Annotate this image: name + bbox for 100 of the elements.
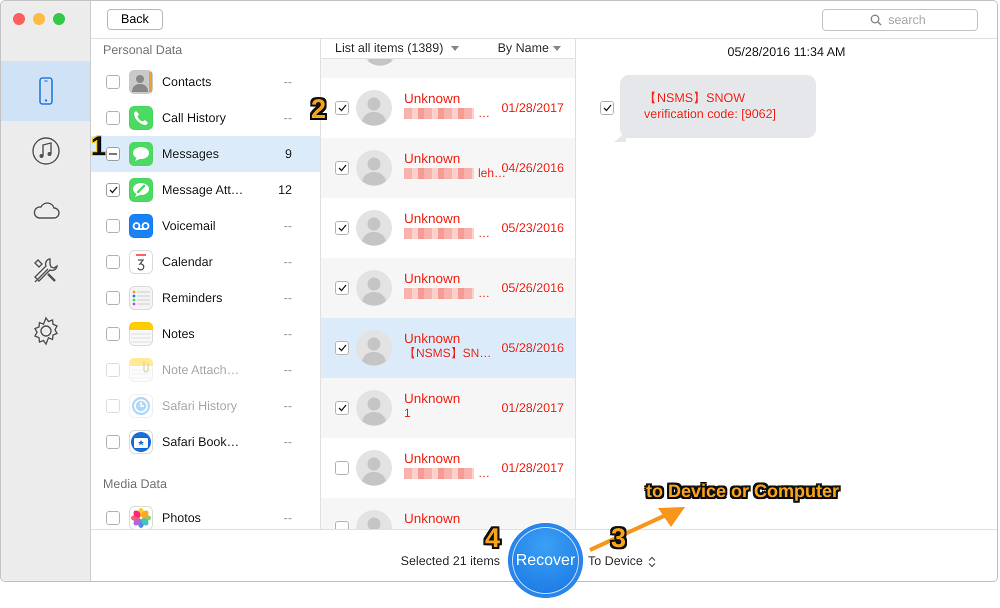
filter-dropdown[interactable]: List all items (1389) [335,39,460,58]
message-preview: … [478,106,490,121]
category-label: Safari History [162,398,238,415]
item-count: -- [284,254,292,271]
message-preview: 1 [404,406,411,421]
checkbox[interactable] [335,281,349,295]
category-item[interactable]: Calendar -- [91,244,308,280]
message-date: 05/23/2016 [501,220,564,237]
contact-name: Unknown [404,391,462,406]
sort-dropdown[interactable]: By Name [498,39,561,58]
clock-icon [129,394,153,418]
message-row[interactable]: Unknown … 05/26/2016 [321,258,575,318]
checkmark-icon [602,104,612,112]
timestamp: 05/28/2016 11:34 AM [728,45,846,59]
close-button[interactable] [13,13,25,25]
checkmark-icon [338,284,346,292]
checkbox[interactable] [600,101,614,116]
checkbox[interactable] [106,435,120,449]
notepad-clip-icon [129,358,153,382]
contact-name: Unknown [404,331,462,346]
minimize-button[interactable] [33,13,45,25]
checkbox[interactable] [335,401,349,415]
checkbox[interactable] [335,341,349,355]
message-preview: 【NSMS】SN… [404,346,492,361]
category-label: Voicemail [162,218,216,235]
contact-name: Unknown [404,451,462,466]
search-field[interactable]: search [822,8,978,30]
category-item[interactable]: Contacts -- [91,64,308,100]
category-label: Messages [162,146,220,163]
caret-icon [553,46,561,51]
annotation-label: 1 [91,133,106,160]
checkbox[interactable] [106,327,120,341]
category-item[interactable]: Voicemail -- [91,208,308,244]
avatar-icon [356,90,392,126]
message-date: 05/26/2016 [501,280,564,297]
category-item[interactable]: Message Att… 12 [91,172,308,208]
category-item[interactable]: Photos -- [91,500,308,529]
zoom-button[interactable] [53,13,65,25]
speech-bubble-icon [129,142,153,166]
message-date: 01/28/2017 [501,400,564,417]
annotation-label: to Device or Computer [646,482,840,500]
message-row[interactable]: Unknown [321,498,575,529]
contact-name: Unknown [404,211,462,226]
checkbox[interactable] [106,111,120,125]
checkbox[interactable] [335,221,349,235]
checkbox[interactable] [106,75,120,89]
paperclip-bubble-icon [129,178,153,202]
contact-name: Unknown [404,511,462,526]
item-count: -- [284,362,292,379]
checkbox[interactable] [335,161,349,175]
item-count: -- [284,434,292,451]
contact-name: Unknown [404,91,462,106]
checkmark-icon [108,186,118,194]
avatar-icon [356,450,392,486]
item-count: -- [284,218,292,235]
category-item[interactable]: Notes -- [91,316,308,352]
checkmark-icon [338,104,346,112]
checkbox[interactable] [335,461,349,475]
checkbox[interactable] [106,291,120,305]
category-label: Note Attach… [162,362,240,379]
checkbox[interactable] [106,511,120,525]
item-count: -- [284,290,292,307]
message-preview: … [478,466,490,481]
message-row[interactable]: Unknown leh…04/26/2016 [321,138,575,198]
checkbox[interactable] [106,255,120,269]
category-item[interactable]: Safari Book… -- [91,424,308,460]
category-item[interactable]: Call History -- [91,100,308,136]
category-item[interactable]: Reminders -- [91,280,308,316]
checkmark-icon [338,224,346,232]
back-button[interactable]: Back [107,9,163,30]
category-label: Photos [162,510,202,527]
category-label: Contacts [162,74,212,91]
checkbox[interactable] [106,183,120,197]
checkmark-icon [338,164,346,172]
search-icon [870,14,882,26]
phone-handset-icon [129,106,153,130]
compass-star-icon [129,430,153,454]
item-count: -- [284,510,292,527]
section-heading: Media Data [103,477,167,491]
caret-icon [451,46,460,51]
category-label: Safari Book… [162,434,240,451]
checkmark-icon [338,344,346,352]
category-label: Calendar [162,254,214,271]
destination-selector[interactable]: To Device [588,552,656,571]
item-count: -- [284,74,292,91]
section-heading: Personal Data [103,43,182,57]
message-date: 05/28/2016 [501,340,564,357]
message-row[interactable]: Unknown 1 01/28/2017 [321,378,575,438]
category-label: Notes [162,326,196,343]
checkbox[interactable] [335,101,349,115]
music-note-icon [30,135,62,167]
contact-name: Unknown [404,151,462,166]
item-count: 9 [285,146,292,163]
voicemail-icon [129,214,153,238]
checkbox[interactable] [106,147,120,161]
checkbox[interactable] [106,219,120,233]
item-count: -- [284,398,292,415]
contact-name: Unknown [404,271,462,286]
avatar-icon [356,150,392,186]
contacts-icon [129,70,153,94]
